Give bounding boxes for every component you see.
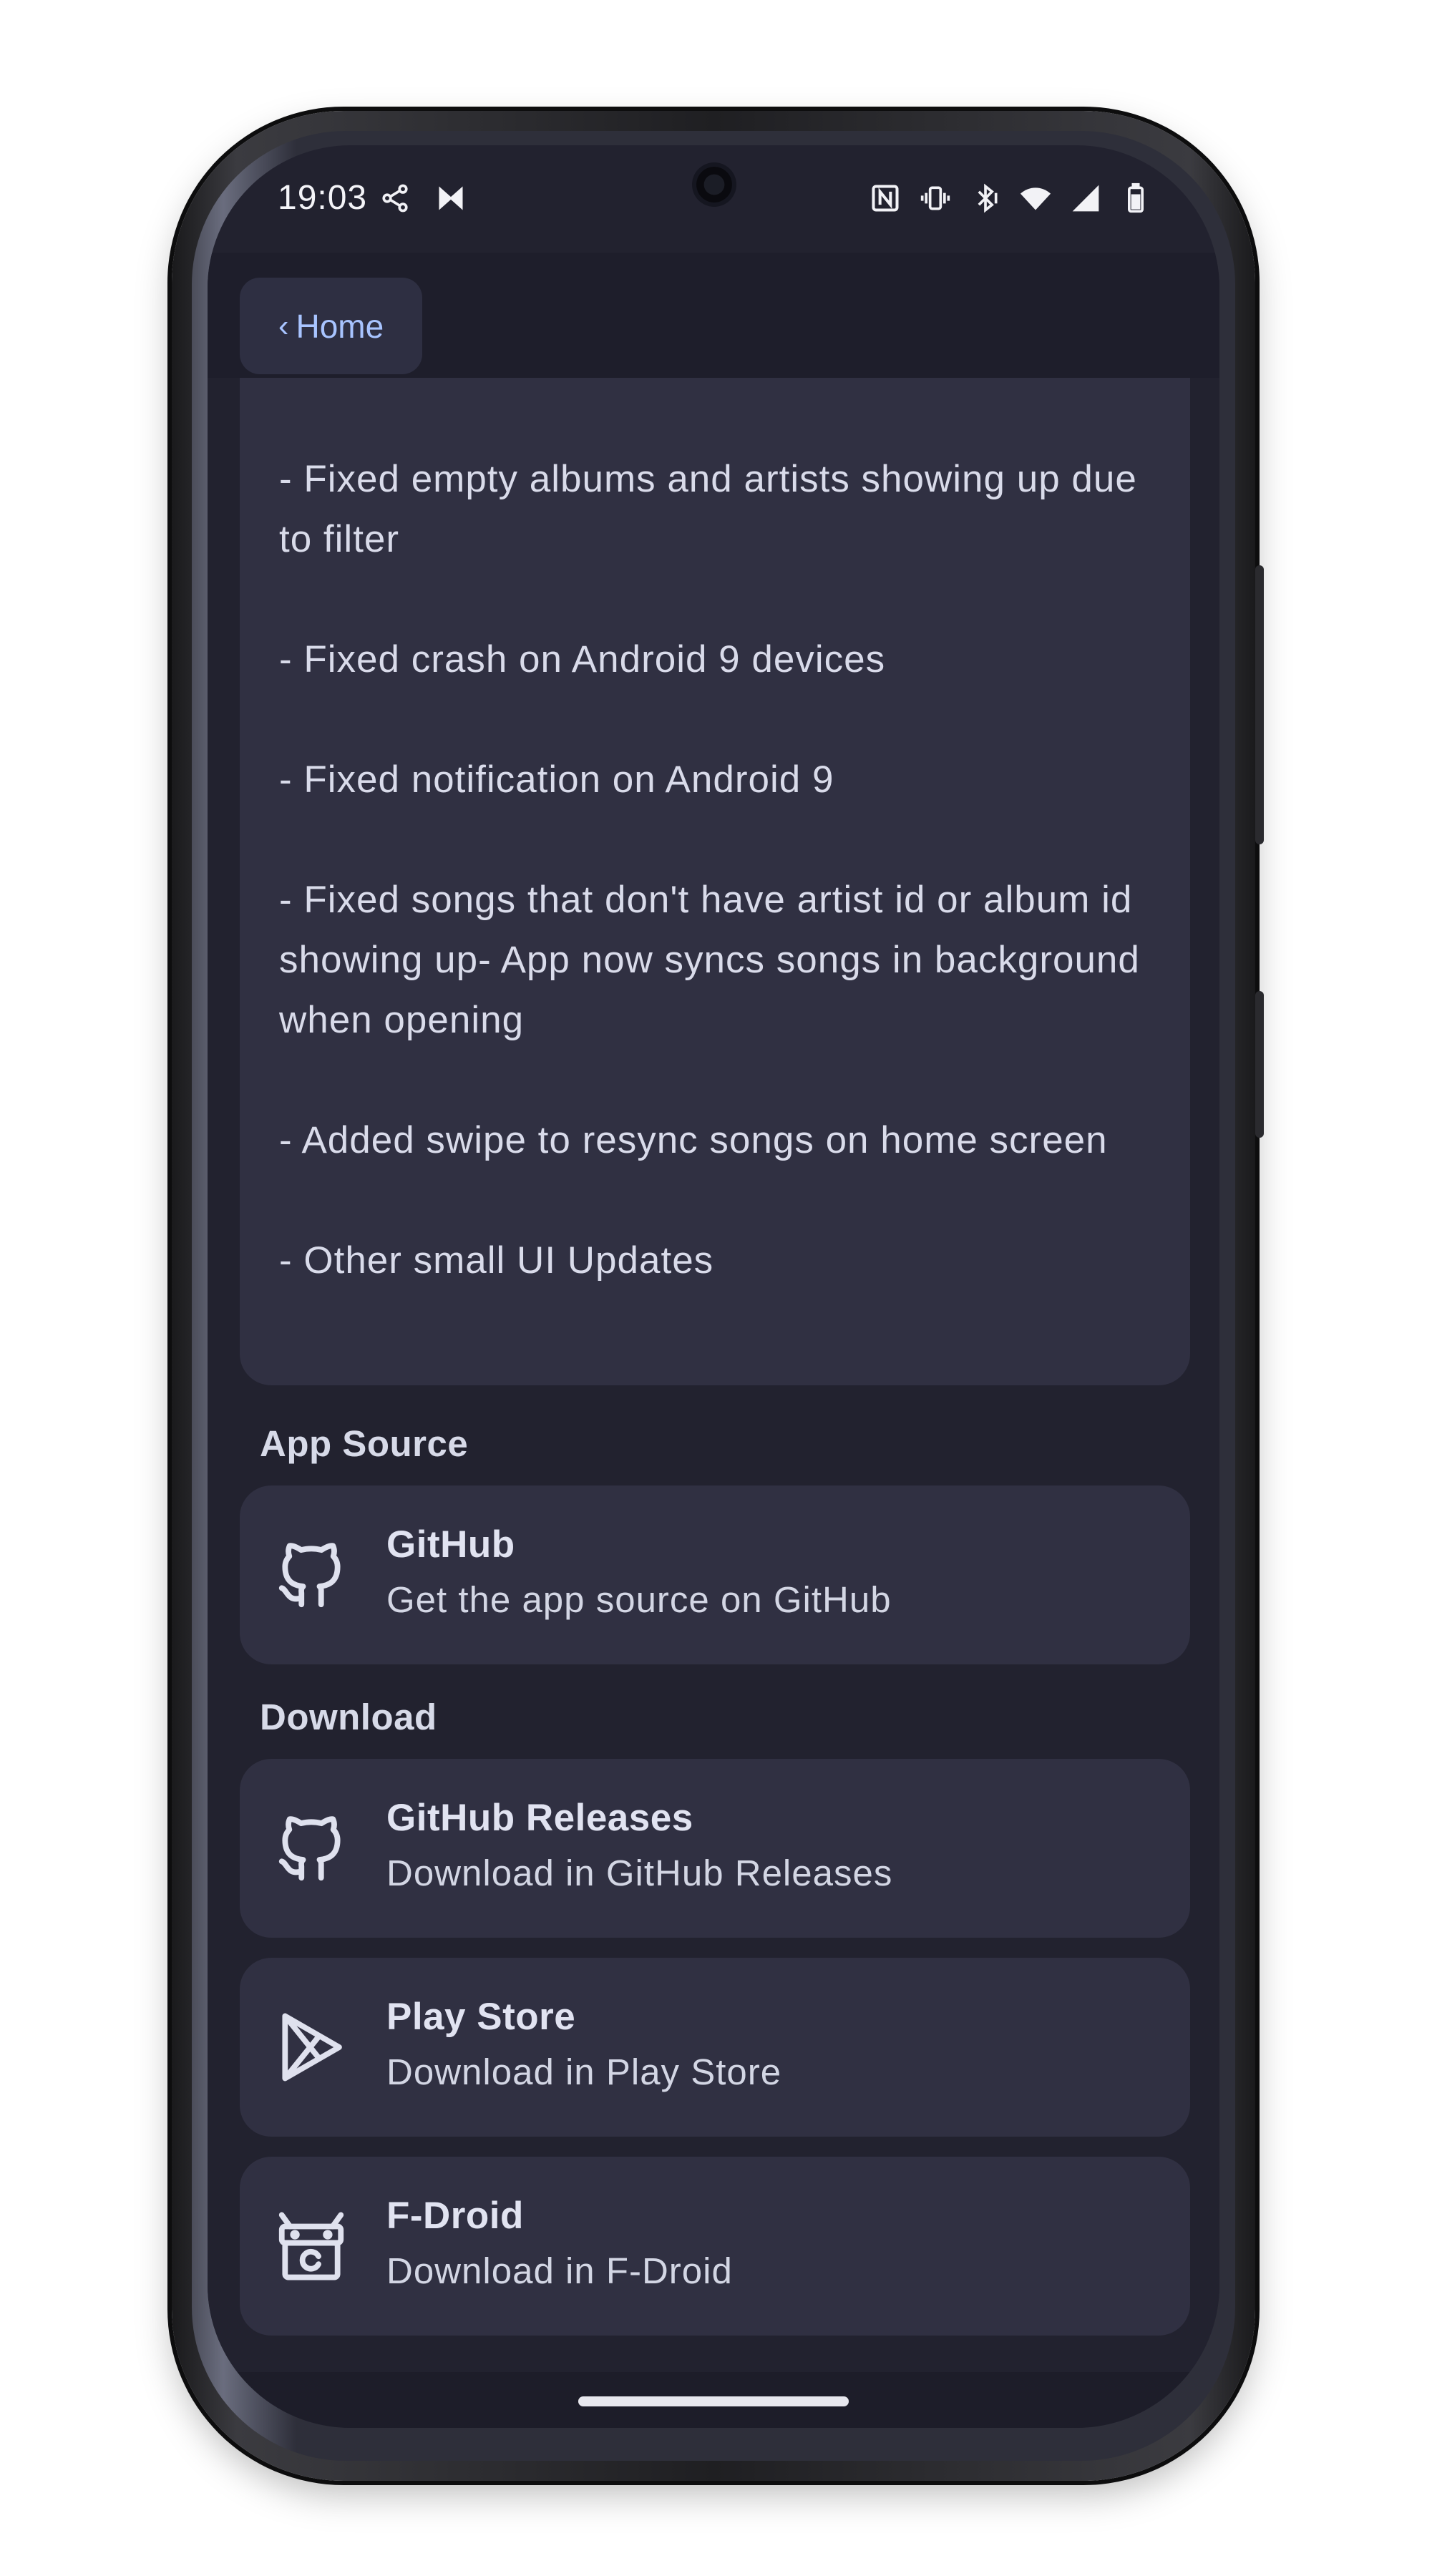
download-github-releases-item[interactable]: GitHub Releases Download in GitHub Relea… xyxy=(240,1759,1190,1938)
item-subtitle: Download in GitHub Releases xyxy=(386,1853,893,1893)
item-title: F-Droid xyxy=(386,2195,524,2237)
cell-signal-icon xyxy=(1070,182,1101,214)
power-button xyxy=(1255,565,1264,844)
github-icon xyxy=(272,1536,351,1614)
app-notification-icon xyxy=(435,182,467,214)
battery-icon xyxy=(1120,182,1151,214)
item-title: GitHub Releases xyxy=(386,1797,693,1839)
changelog-item: - Other small UI Updates xyxy=(279,1239,714,1282)
share-icon xyxy=(379,182,411,214)
front-camera xyxy=(696,167,732,203)
play-store-icon xyxy=(272,2008,351,2087)
bluetooth-icon xyxy=(970,182,1001,214)
f-droid-icon xyxy=(272,2207,351,2285)
gesture-nav-handle[interactable] xyxy=(578,2396,849,2406)
changelog-item: - Fixed songs that don't have artist id … xyxy=(279,879,1140,1041)
status-right-icons xyxy=(870,182,1151,214)
changelog-item: - Added swipe to resync songs on home sc… xyxy=(279,1119,1108,1161)
screen: 19:03 ‹ Home - Fixed empty albums and ar… xyxy=(208,145,1219,2428)
back-home-label: Home xyxy=(296,307,384,345)
changelog-item: - Fixed empty albums and artists showing… xyxy=(279,458,1137,560)
changelog-item: - Fixed notification on Android 9 xyxy=(279,758,834,801)
device-mockup: 19:03 ‹ Home - Fixed empty albums and ar… xyxy=(0,0,1432,2576)
status-left-icons xyxy=(379,182,467,214)
section-title-app-source: App Source xyxy=(260,1423,469,1464)
changelog-text: - Fixed empty albums and artists showing… xyxy=(279,449,1166,1291)
item-subtitle: Download in F-Droid xyxy=(386,2250,733,2291)
item-subtitle: Get the app source on GitHub xyxy=(386,1579,892,1620)
github-icon xyxy=(272,1809,351,1888)
status-time: 19:03 xyxy=(278,179,368,217)
volume-button xyxy=(1255,991,1264,1138)
back-home-button[interactable]: ‹ Home xyxy=(240,278,422,374)
app-source-github-item[interactable]: GitHub Get the app source on GitHub xyxy=(240,1485,1190,1664)
changelog-item: - Fixed crash on Android 9 devices xyxy=(279,638,886,680)
item-title: Play Store xyxy=(386,1996,576,2038)
nfc-icon xyxy=(870,182,901,214)
item-subtitle: Download in Play Store xyxy=(386,2051,782,2092)
vibrate-icon xyxy=(920,182,951,214)
download-f-droid-item[interactable]: F-Droid Download in F-Droid xyxy=(240,2157,1190,2336)
chevron-left-icon: ‹ xyxy=(278,308,289,343)
status-bar: 19:03 xyxy=(208,145,1219,253)
download-play-store-item[interactable]: Play Store Download in Play Store xyxy=(240,1958,1190,2137)
content-scroll[interactable]: - Fixed empty albums and artists showing… xyxy=(208,378,1219,2374)
section-title-download: Download xyxy=(260,1697,437,1737)
item-title: GitHub xyxy=(386,1523,515,1566)
changelog-card: - Fixed empty albums and artists showing… xyxy=(240,378,1190,1385)
wifi-icon xyxy=(1020,182,1051,214)
